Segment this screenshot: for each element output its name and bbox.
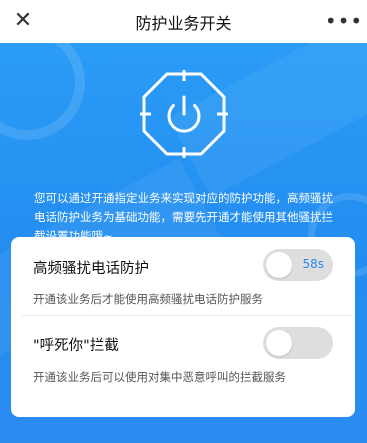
toggle-knob [266, 330, 292, 356]
power-shield-icon [140, 70, 228, 158]
toggle-knob [266, 252, 292, 278]
decorative-ring [0, 43, 85, 140]
service-row-harassment-protection: 高频骚扰电话防护 58s 开通该业务后才能使用高频骚扰电话防护服务 [11, 237, 355, 317]
more-options-icon[interactable]: ••• [325, 4, 362, 38]
service-title: "呼死你"拦截 [33, 338, 119, 354]
harassment-protection-toggle[interactable]: 58s [263, 249, 333, 281]
row-divider [22, 315, 352, 316]
countdown-badge: 58s [302, 257, 324, 271]
call-flood-block-toggle[interactable] [263, 327, 333, 359]
navigation-bar: ✕ 防护业务开关 ••• [0, 0, 367, 44]
service-row-call-flood-block: "呼死你"拦截 开通该业务后可以使用对集中恶意呼叫的拦截服务 [11, 317, 355, 417]
service-subtitle: 开通该业务后才能使用高频骚扰电话防护服务 [33, 292, 263, 306]
service-subtitle: 开通该业务后可以使用对集中恶意呼叫的拦截服务 [33, 370, 286, 384]
close-icon[interactable]: ✕ [6, 4, 40, 38]
page-title: 防护业务开关 [135, 13, 232, 33]
service-title: 高频骚扰电话防护 [33, 261, 149, 277]
service-toggle-card: 高频骚扰电话防护 58s 开通该业务后才能使用高频骚扰电话防护服务 "呼死你"拦… [11, 237, 355, 417]
